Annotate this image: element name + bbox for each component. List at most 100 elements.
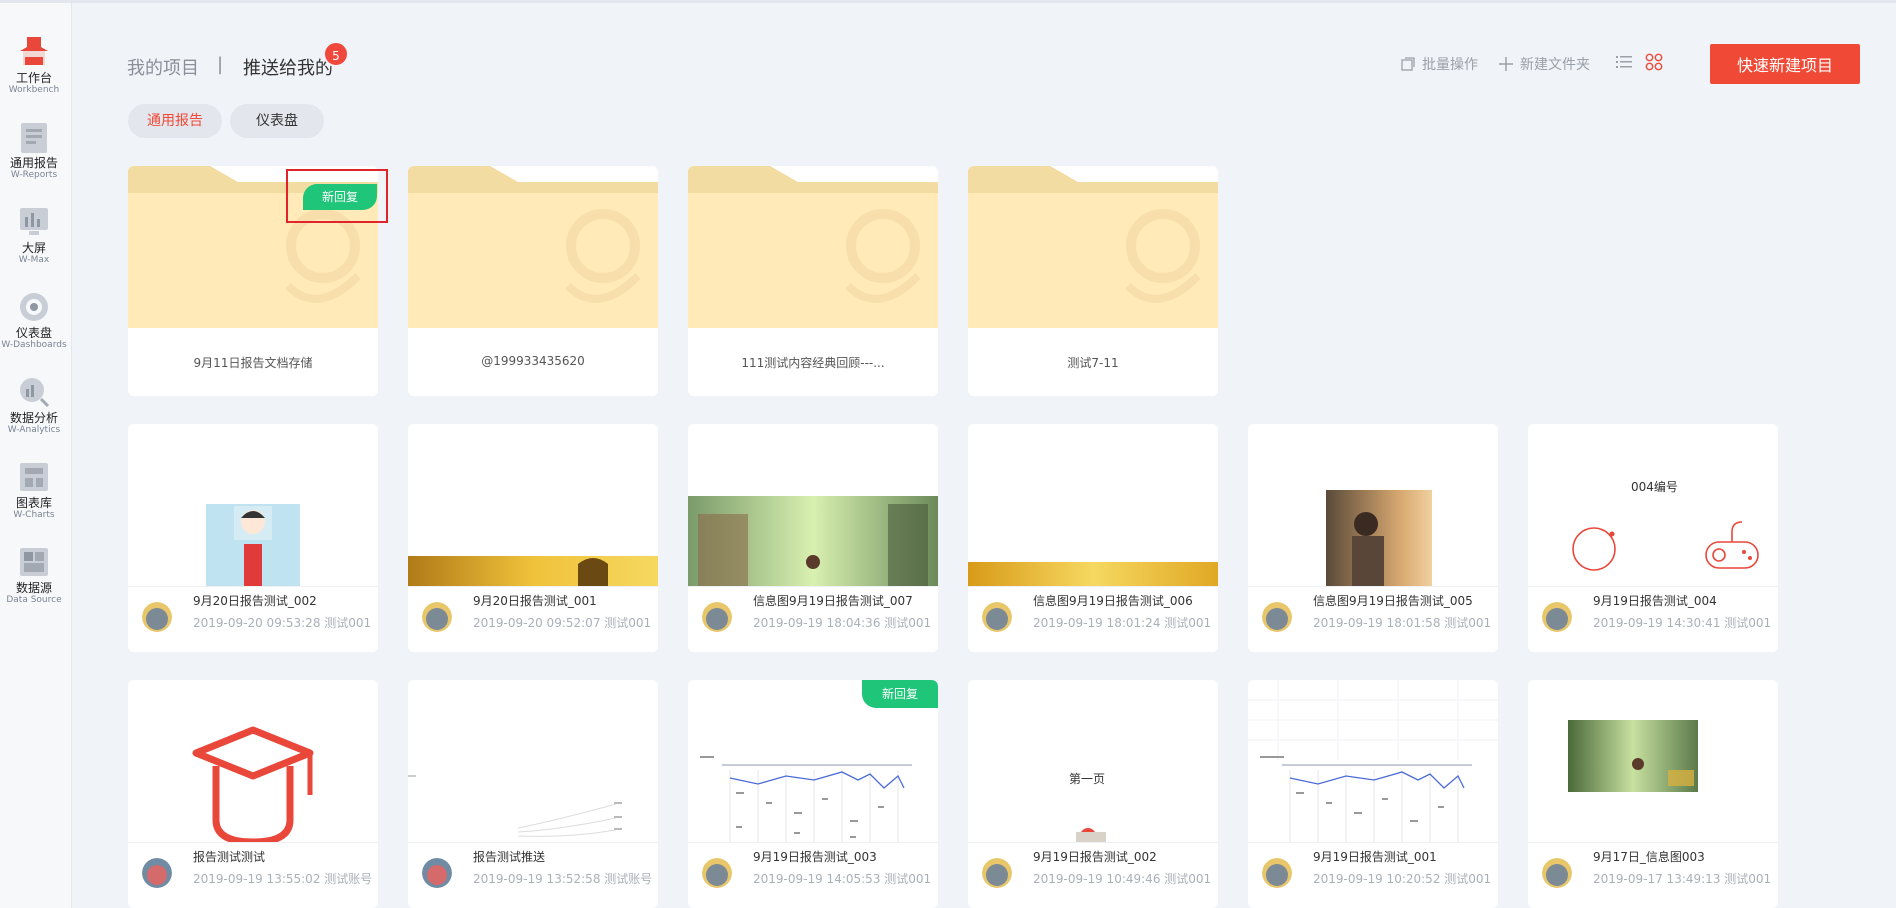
top-border <box>0 0 1896 3</box>
report-card[interactable]: 9月20日报告测试_002 2019-09-20 09:53:28 测试001 <box>128 424 378 652</box>
report-card[interactable]: 9月17日_信息图003 2019-09-17 13:49:13 测试001 <box>1528 680 1778 908</box>
report-card[interactable]: 信息图9月19日报告测试_006 2019-09-19 18:01:24 测试0… <box>968 424 1218 652</box>
house-icon <box>20 37 48 65</box>
report-thumbnail <box>1568 720 1698 792</box>
report-card[interactable]: 第一页 9月19日报告测试_002 2019-09-19 10:49:46 测试… <box>968 680 1218 908</box>
report-card[interactable]: 报告测试测试 2019-09-19 13:55:02 测试账号 <box>128 680 378 908</box>
graduation-cap-icon <box>192 726 314 842</box>
report-meta: 2019-09-19 18:01:24 测试001 <box>1033 616 1212 630</box>
report-title: 9月19日报告测试_004 <box>1593 594 1717 608</box>
chart-library-icon <box>20 463 48 491</box>
report-meta: 2019-09-19 14:30:41 测试001 <box>1593 616 1772 630</box>
report-card[interactable]: 9月19日报告测试_001 2019-09-19 10:20:52 测试001 <box>1248 680 1498 908</box>
card-footer: 信息图9月19日报告测试_007 2019-09-19 18:04:36 测试0… <box>688 586 938 652</box>
report-title: 9月17日_信息图003 <box>1593 850 1705 864</box>
tab-pushed-to-me[interactable]: 推送给我的 <box>243 54 333 80</box>
sidebar-item-sublabel: W-Analytics <box>7 425 61 435</box>
folder-card[interactable]: @199933435620 <box>408 166 658 396</box>
highlight-box <box>286 169 388 223</box>
sidebar-item-sublabel: Data Source <box>6 595 62 605</box>
report-icon <box>21 123 47 153</box>
card-footer: 9月19日报告测试_004 2019-09-19 14:30:41 测试001 <box>1528 586 1778 652</box>
notification-badge: 5 <box>323 41 349 67</box>
card-footer: 9月19日报告测试_003 2019-09-19 14:05:53 测试001 <box>688 842 938 908</box>
report-title: 9月20日报告测试_001 <box>473 594 597 608</box>
new-reply-tag: 新回复 <box>862 680 938 708</box>
report-meta: 2019-09-19 14:05:53 测试001 <box>753 872 932 886</box>
sidebar-item-sublabel: Workbench <box>8 85 60 95</box>
report-title: 信息图9月19日报告测试_006 <box>1033 594 1193 608</box>
sidebar-item-label: 工作台 <box>15 71 52 85</box>
tab-my-projects[interactable]: 我的项目 <box>127 54 199 80</box>
report-thumbnail <box>1326 490 1432 586</box>
report-title: 信息图9月19日报告测试_007 <box>753 594 913 608</box>
gauge-icon <box>20 293 48 321</box>
folder-card[interactable]: 测试7-11 <box>968 166 1218 396</box>
avatar <box>422 602 452 632</box>
avatar <box>422 858 452 888</box>
folder-name: 测试7-11 <box>1067 356 1119 370</box>
report-meta: 2019-09-20 09:52:07 测试001 <box>473 616 652 630</box>
report-title: 报告测试测试 <box>193 850 266 864</box>
sidebar-item-label: 仪表盘 <box>15 326 52 340</box>
folder-card[interactable]: 111测试内容经典回顾---... <box>688 166 938 396</box>
sidebar-item-workbench[interactable]: 工作台 Workbench <box>0 35 68 115</box>
sidebar-item-charts[interactable]: 图表库 W-Charts <box>0 460 68 540</box>
report-card[interactable]: 报告测试推送 2019-09-19 13:52:58 测试账号 <box>408 680 658 908</box>
report-meta: 2019-09-20 09:53:28 测试001 <box>193 616 372 630</box>
decoration-icon <box>1076 828 1106 842</box>
folder-icon <box>688 166 938 328</box>
sidebar-item-sublabel: W-Max <box>18 255 50 265</box>
sidebar-item-label: 数据源 <box>15 581 52 595</box>
card-footer: 9月20日报告测试_001 2019-09-20 09:52:07 测试001 <box>408 586 658 652</box>
report-thumbnail: 004编号 <box>1528 424 1778 586</box>
sidebar-item-label: 大屏 <box>21 241 46 255</box>
report-title: 9月19日报告测试_002 <box>1033 850 1157 864</box>
card-footer: 9月17日_信息图003 2019-09-17 13:49:13 测试001 <box>1528 842 1778 908</box>
sidebar-item-dashboards[interactable]: 仪表盘 W-Dashboards <box>0 290 68 370</box>
filter-chip-reports[interactable]: 通用报告 <box>128 104 222 138</box>
sidebar-item-bigscreen[interactable]: 大屏 W-Max <box>0 205 68 285</box>
analytics-icon <box>20 378 50 408</box>
sidebar-item-reports[interactable]: 通用报告 W-Reports <box>0 120 68 200</box>
folder-icon <box>968 166 1218 328</box>
report-thumbnail <box>968 562 1218 586</box>
report-thumbnail <box>408 556 658 586</box>
card-footer: 信息图9月19日报告测试_005 2019-09-19 18:01:58 测试0… <box>1248 586 1498 652</box>
report-card[interactable]: 9月20日报告测试_001 2019-09-20 09:52:07 测试001 <box>408 424 658 652</box>
new-folder-label: 新建文件夹 <box>1520 57 1590 73</box>
report-meta: 2019-09-17 13:49:13 测试001 <box>1593 872 1772 886</box>
sidebar-item-label: 通用报告 <box>9 156 58 170</box>
gamepad-icon <box>1572 521 1759 571</box>
quick-new-project-button[interactable]: 快速新建项目 <box>1710 44 1860 84</box>
report-thumbnail <box>688 496 938 586</box>
new-folder-button[interactable]: 新建文件夹 <box>1498 54 1590 74</box>
card-footer: 9月20日报告测试_002 2019-09-20 09:53:28 测试001 <box>128 586 378 652</box>
report-title: 9月20日报告测试_002 <box>193 594 317 608</box>
report-title: 报告测试推送 <box>473 850 546 864</box>
folder-icon <box>408 166 658 328</box>
batch-icon <box>1401 57 1415 71</box>
sidebar-item-label: 图表库 <box>15 496 52 510</box>
avatar <box>982 602 1012 632</box>
folder-name: @199933435620 <box>481 354 585 368</box>
batch-operation-button[interactable]: 批量操作 <box>1400 54 1478 74</box>
avatar <box>142 858 172 888</box>
report-card[interactable]: 信息图9月19日报告测试_005 2019-09-19 18:01:58 测试0… <box>1248 424 1498 652</box>
sidebar-item-datasource[interactable]: 数据源 Data Source <box>0 545 68 625</box>
filter-chip-dashboards[interactable]: 仪表盘 <box>230 104 324 138</box>
avatar <box>702 602 732 632</box>
report-card[interactable]: 信息图9月19日报告测试_007 2019-09-19 18:04:36 测试0… <box>688 424 938 652</box>
card-footer: 信息图9月19日报告测试_006 2019-09-19 18:01:24 测试0… <box>968 586 1218 652</box>
bigscreen-icon <box>20 208 48 235</box>
report-card[interactable]: 004编号 9月19日报告测试_004 2019-09-19 14:30:41 … <box>1528 424 1778 652</box>
list-view-icon[interactable] <box>1615 53 1633 71</box>
sidebar-item-analytics[interactable]: 数据分析 W-Analytics <box>0 375 68 455</box>
report-title: 信息图9月19日报告测试_005 <box>1313 594 1473 608</box>
report-card[interactable]: 新回复 9月19日报告测试_003 2019-09-19 14:05:53 测试… <box>688 680 938 908</box>
sidebar-item-sublabel: W-Dashboards <box>1 340 67 350</box>
sidebar-item-sublabel: W-Charts <box>13 510 55 520</box>
grid-view-icon[interactable] <box>1645 53 1663 71</box>
avatar <box>1542 858 1572 888</box>
report-thumbnail <box>408 775 622 837</box>
